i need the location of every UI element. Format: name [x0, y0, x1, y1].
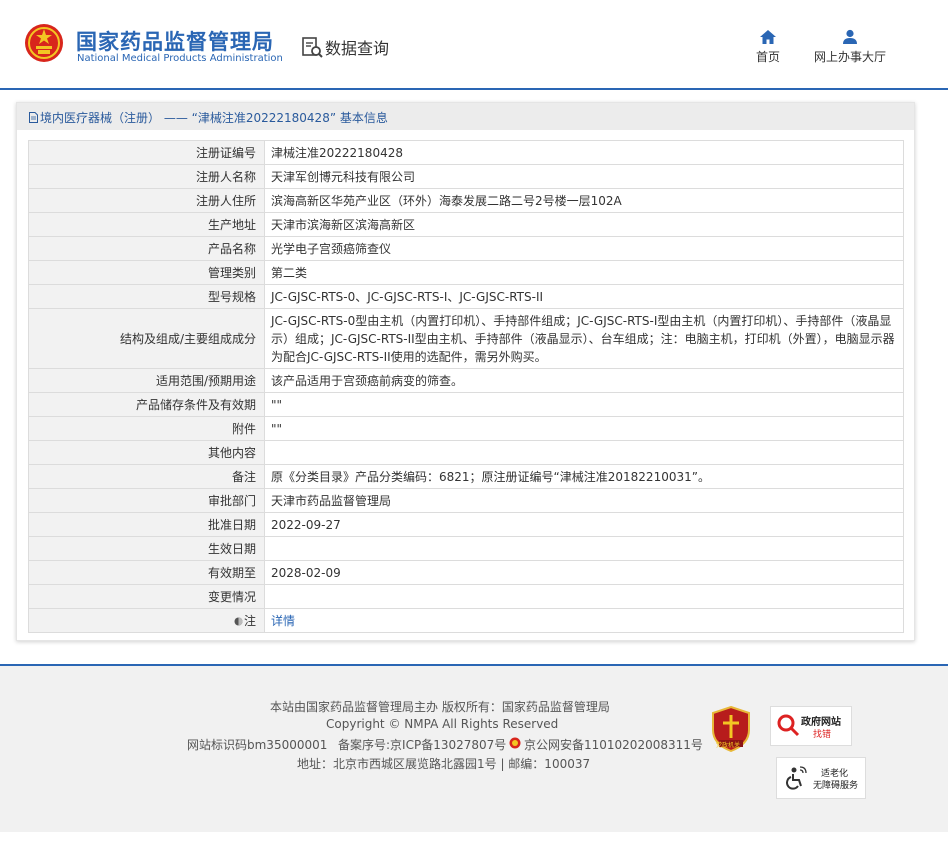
data-query-link[interactable]: 数据查询	[325, 35, 389, 59]
table-row: 其他内容	[28, 440, 904, 465]
police-badge-icon	[509, 737, 521, 749]
home-icon	[760, 30, 776, 44]
accessibility-icon	[786, 766, 807, 790]
row-label: 注册证编号	[28, 140, 265, 165]
table-row: 有效期至 2028-02-09	[28, 560, 904, 585]
party-govt-badge[interactable]: 党政机关	[711, 705, 751, 753]
table-row: 备注 原《分类目录》产品分类编码：6821；原注册证编号“津械注准20182210…	[28, 464, 904, 489]
data-query-icon[interactable]	[300, 35, 324, 59]
nav-home[interactable]: 首页	[748, 28, 788, 65]
footer-sponsor: 本站由国家药品监督管理局主办 版权所有：国家药品监督管理局	[270, 700, 610, 714]
nav-home-label: 首页	[755, 50, 780, 64]
row-label: 附件	[28, 416, 265, 441]
row-label: 适用范围/预期用途	[28, 368, 265, 393]
table-row: 注册人住所 滨海高新区华苑产业区（环外）海泰发展二路二号2号楼一层102A	[28, 188, 904, 213]
row-label: 生效日期	[28, 536, 265, 561]
table-row: 注 详情	[28, 608, 904, 633]
row-value: 光学电子宫颈癌筛查仪	[264, 236, 904, 261]
row-value: 原《分类目录》产品分类编码：6821；原注册证编号“津械注准2018221003…	[264, 464, 904, 489]
row-value: ""	[264, 392, 904, 417]
row-value: JC-GJSC-RTS-0、JC-GJSC-RTS-I、JC-GJSC-RTS-…	[264, 284, 904, 309]
nav-online-service-hall[interactable]: 网上办事大厅	[806, 28, 894, 65]
info-panel: 境内医疗器械（注册） —— “津械注准20222180428” 基本信息 注册证…	[16, 102, 915, 641]
accessibility-badge[interactable]: 适老化 无障碍服务	[776, 757, 866, 799]
user-icon	[843, 29, 857, 44]
row-label: 注册人名称	[28, 164, 265, 189]
magnifier-icon	[777, 714, 800, 737]
row-label: 备注	[28, 464, 265, 489]
footer-icp-link[interactable]: 备案序号:京ICP备13027807号	[338, 736, 506, 753]
footer-site-id: 网站标识码bm35000001	[187, 738, 328, 752]
panel-header: 境内医疗器械（注册） —— “津械注准20222180428” 基本信息	[17, 103, 914, 130]
row-value: 第二类	[264, 260, 904, 285]
org-name-en: National Medical Products Administration	[77, 53, 283, 64]
row-label: 其他内容	[28, 440, 265, 465]
row-value: ""	[264, 416, 904, 441]
row-label: 批准日期	[28, 512, 265, 537]
row-value	[264, 584, 904, 609]
row-value: 该产品适用于宫颈癌前病变的筛查。	[264, 368, 904, 393]
footer-copyright: Copyright © NMPA All Rights Reserved	[326, 717, 559, 731]
gov-site-error-report-badge[interactable]: 政府网站 找错	[770, 706, 852, 746]
table-row: 附件 ""	[28, 416, 904, 441]
table-row: 型号规格 JC-GJSC-RTS-0、JC-GJSC-RTS-I、JC-GJSC-…	[28, 284, 904, 309]
accessibility-service-label: 无障碍服务	[813, 781, 859, 791]
table-row: 变更情况	[28, 584, 904, 609]
site-footer: 本站由国家药品监督管理局主办 版权所有：国家药品监督管理局 Copyright …	[0, 664, 948, 832]
gov-site-label: 政府网站	[801, 717, 841, 728]
table-row: 批准日期 2022-09-27	[28, 512, 904, 537]
table-row: 结构及组成/主要组成成分 JC-GJSC-RTS-0型由主机（内置打印机）、手持部…	[28, 308, 904, 369]
table-row: 注册证编号 津械注准20222180428	[28, 140, 904, 165]
row-label: 管理类别	[28, 260, 265, 285]
table-row: 产品储存条件及有效期 ""	[28, 392, 904, 417]
table-row: 适用范围/预期用途 该产品适用于宫颈癌前病变的筛查。	[28, 368, 904, 393]
row-label: 注册人住所	[28, 188, 265, 213]
table-row: 生产地址 天津市滨海新区滨海高新区	[28, 212, 904, 237]
nav-online-service-hall-label: 网上办事大厅	[813, 50, 886, 64]
table-row: 审批部门 天津市药品监督管理局	[28, 488, 904, 513]
row-value: 天津市药品监督管理局	[264, 488, 904, 513]
table-row: 管理类别 第二类	[28, 260, 904, 285]
panel-title: 境内医疗器械（注册） —— “津械注准20222180428” 基本信息	[29, 109, 388, 126]
row-label-note: 注	[28, 608, 265, 633]
row-value: 津械注准20222180428	[264, 140, 904, 165]
row-value: JC-GJSC-RTS-0型由主机（内置打印机）、手持部件组成；JC-GJSC-…	[264, 308, 904, 369]
row-value: 天津市滨海新区滨海高新区	[264, 212, 904, 237]
footer-police-link[interactable]: 京公网安备11010202008311号	[524, 736, 703, 753]
row-label: 生产地址	[28, 212, 265, 237]
row-label: 产品储存条件及有效期	[28, 392, 265, 417]
row-value: 2022-09-27	[264, 512, 904, 537]
table-row: 生效日期	[28, 536, 904, 561]
row-value: 天津军创博元科技有限公司	[264, 164, 904, 189]
row-value	[264, 440, 904, 465]
document-icon	[29, 112, 38, 123]
bullet-icon	[234, 617, 243, 625]
table-row: 注册人名称 天津军创博元科技有限公司	[28, 164, 904, 189]
row-label: 有效期至	[28, 560, 265, 585]
org-name-cn: 国家药品监督管理局	[76, 30, 274, 54]
site-header: 国家药品监督管理局 National Medical Products Admi…	[0, 0, 948, 90]
row-label: 审批部门	[28, 488, 265, 513]
national-emblem-icon	[25, 24, 63, 62]
panel-title-text: 境内医疗器械（注册） —— “津械注准20222180428” 基本信息	[40, 111, 388, 125]
details-link[interactable]: 详情	[271, 614, 295, 628]
report-error-label: 找错	[813, 730, 832, 740]
footer-address: 地址：北京市西城区展览路北露园1号 | 邮编：100037	[297, 757, 591, 771]
registration-info-table: 注册证编号 津械注准20222180428 注册人名称 天津军创博元科技有限公司 注…	[28, 140, 904, 633]
row-label: 型号规格	[28, 284, 265, 309]
party-govt-badge-text: 党政机关	[716, 742, 741, 749]
row-value: 滨海高新区华苑产业区（环外）海泰发展二路二号2号楼一层102A	[264, 188, 904, 213]
row-value	[264, 536, 904, 561]
row-label: 结构及组成/主要组成成分	[28, 308, 265, 369]
row-value: 详情	[264, 608, 904, 633]
row-label: 产品名称	[28, 236, 265, 261]
row-label: 变更情况	[28, 584, 265, 609]
row-value: 2028-02-09	[264, 560, 904, 585]
table-row: 产品名称 光学电子宫颈癌筛查仪	[28, 236, 904, 261]
row-label-note-text: 注	[243, 613, 256, 628]
